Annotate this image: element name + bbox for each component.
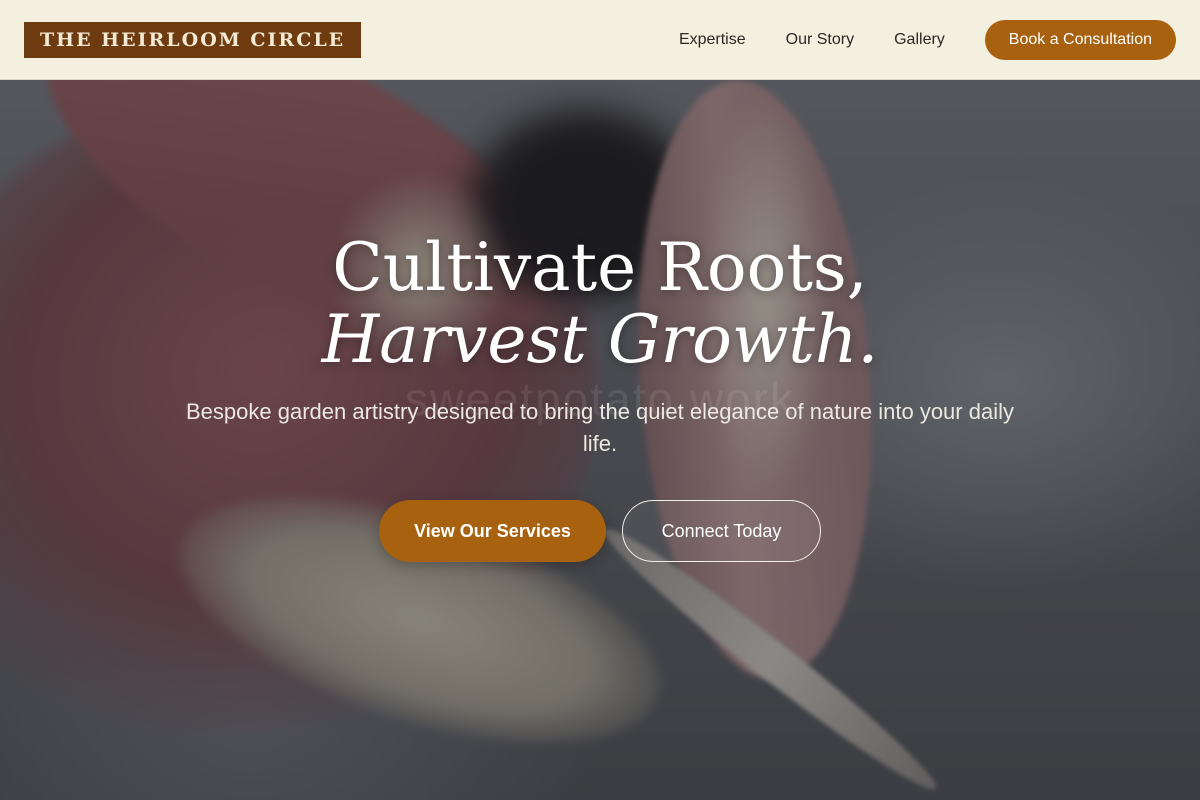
nav-link-our-story[interactable]: Our Story	[786, 31, 854, 49]
hero-subheadline: Bespoke garden artistry designed to brin…	[186, 399, 1014, 456]
brand-logo[interactable]: THE HEIRLOOM CIRCLE	[24, 22, 362, 58]
hero-content: sweetpotato work Cultivate Roots, Harves…	[0, 232, 1200, 562]
nav-link-expertise[interactable]: Expertise	[679, 31, 746, 49]
hero-headline-line2: Harvest Growth.	[321, 301, 879, 378]
view-services-button[interactable]: View Our Services	[379, 500, 606, 562]
site-header: THE HEIRLOOM CIRCLE Expertise Our Story …	[0, 0, 1200, 80]
book-consultation-button[interactable]: Book a Consultation	[984, 20, 1176, 60]
connect-today-button[interactable]: Connect Today	[622, 500, 821, 562]
hero-headline-line1: Cultivate Roots,	[332, 229, 868, 306]
hero-headline: Cultivate Roots, Harvest Growth.	[0, 232, 1200, 376]
hero-cta-row: View Our Services Connect Today	[0, 500, 1200, 562]
main-nav: Expertise Our Story Gallery Book a Consu…	[679, 20, 1176, 60]
nav-link-gallery[interactable]: Gallery	[894, 31, 945, 49]
